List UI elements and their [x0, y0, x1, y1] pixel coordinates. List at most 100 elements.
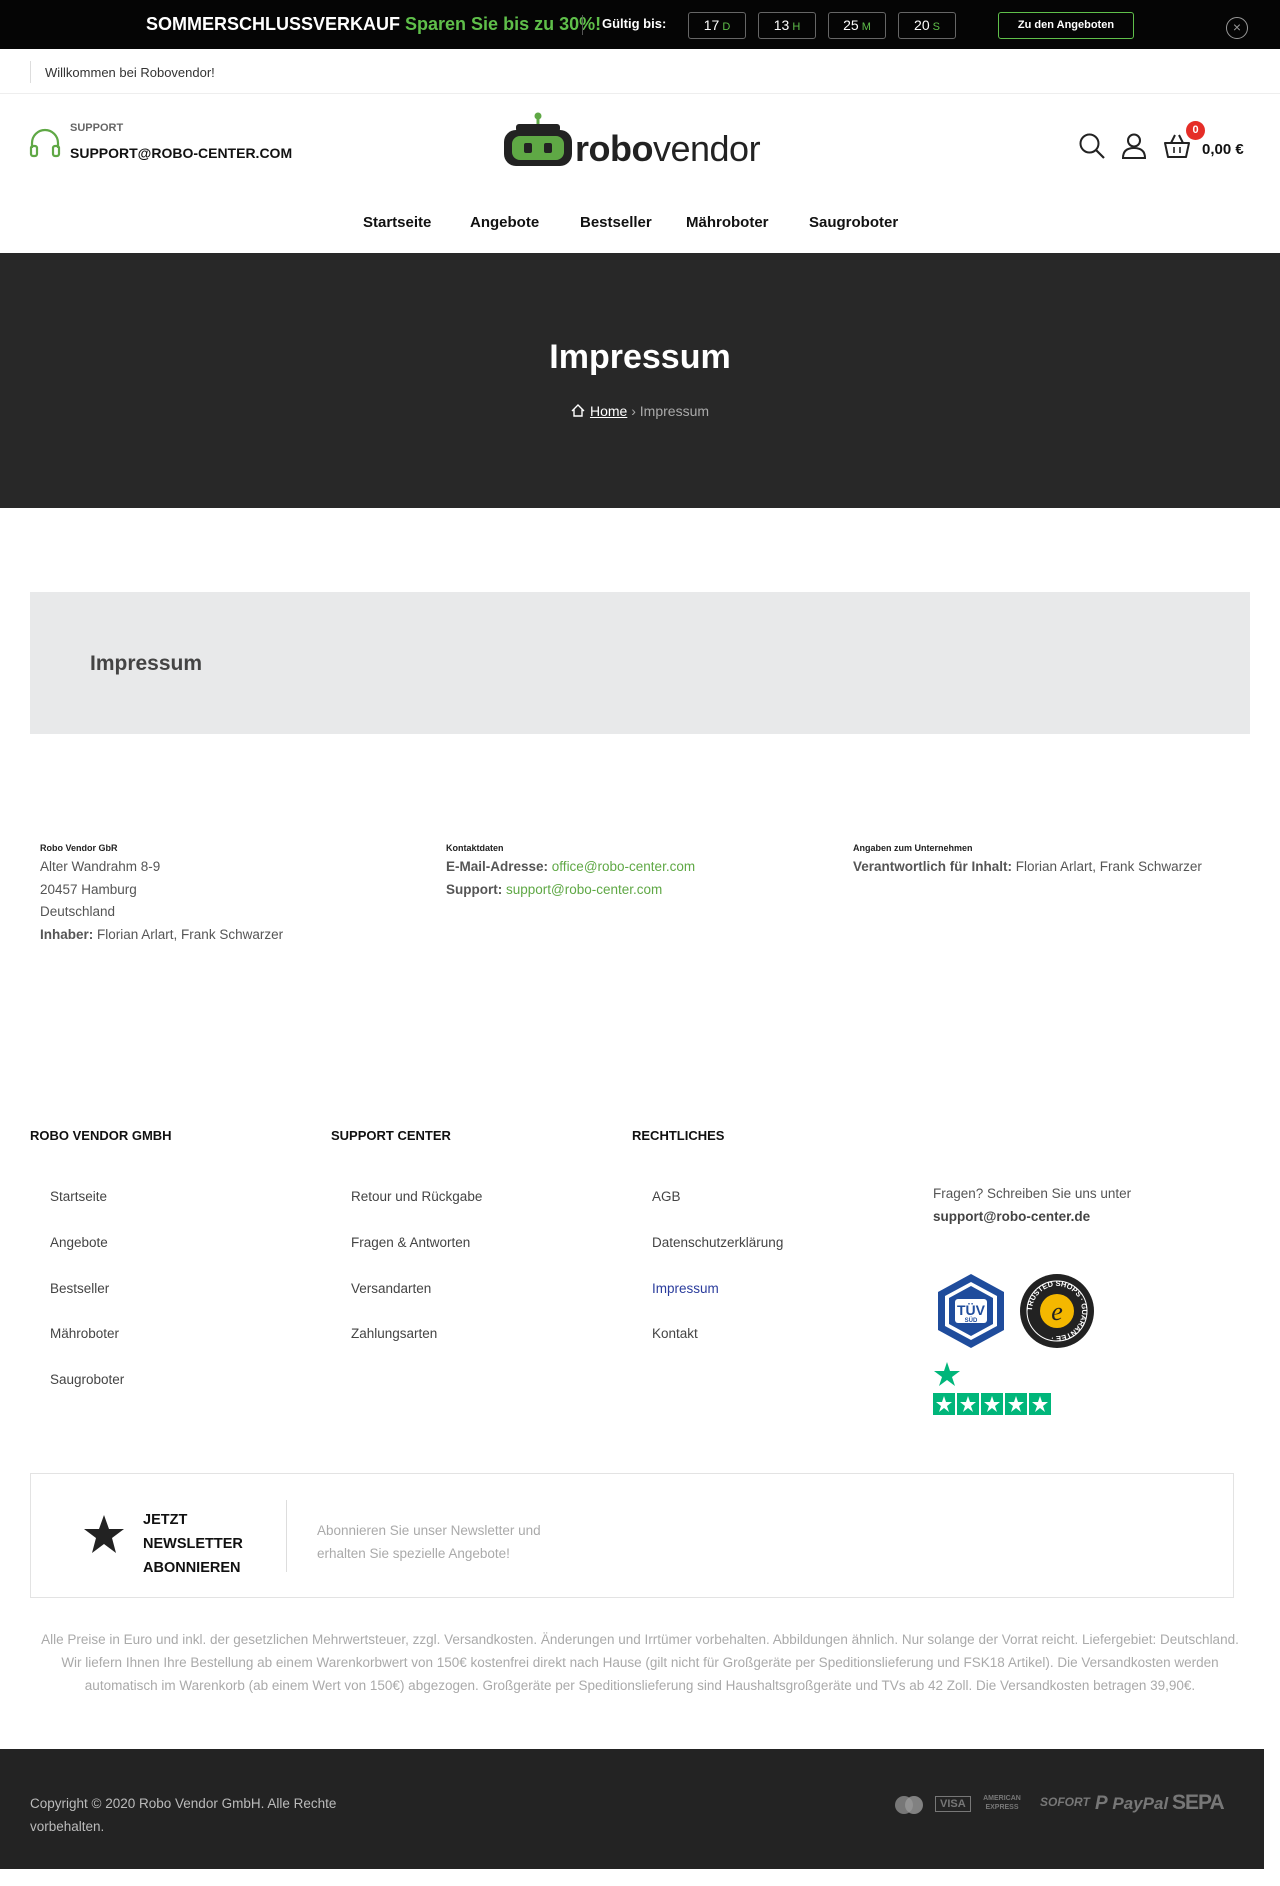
- tuv-badge-icon[interactable]: TÜV SÜD: [932, 1272, 1010, 1350]
- basket-icon[interactable]: [1163, 132, 1191, 160]
- newsletter-title[interactable]: JETZT NEWSLETTER ABONNIEREN: [143, 1508, 243, 1580]
- business-info: Angaben zum Unternehmen Verantwortlich f…: [853, 842, 1202, 879]
- countdown-days: 17 D: [688, 12, 746, 39]
- nav-maehroboter[interactable]: Mähroboter: [686, 214, 769, 231]
- footer-link[interactable]: Startseite: [50, 1189, 107, 1204]
- countdown-unit: H: [792, 21, 801, 33]
- footer-col2-title: SUPPORT CENTER: [331, 1128, 451, 1143]
- contact-support-row: Support: support@robo-center.com: [446, 879, 695, 902]
- support-email-link[interactable]: SUPPORT@ROBO-CENTER.COM: [70, 145, 292, 161]
- support-email-link-2[interactable]: support@robo-center.com: [506, 882, 662, 897]
- footer-link[interactable]: Versandarten: [351, 1281, 431, 1296]
- footer-link[interactable]: Datenschutzerklärung: [652, 1235, 783, 1250]
- visa-icon: VISA: [935, 1796, 971, 1812]
- contact-head: Kontaktdaten: [446, 843, 504, 853]
- countdown-hours: 13 H: [758, 12, 816, 39]
- footer-link[interactable]: AGB: [652, 1189, 681, 1204]
- star-icon: [84, 1515, 124, 1553]
- countdown-value: 25: [843, 17, 859, 33]
- footer-link[interactable]: Zahlungsarten: [351, 1326, 437, 1341]
- close-icon[interactable]: ×: [1226, 17, 1248, 39]
- newsletter-title-line: NEWSLETTER: [143, 1536, 243, 1552]
- business-resp-row: Verantwortlich für Inhalt: Florian Arlar…: [853, 856, 1202, 879]
- owner-value: Florian Arlart, Frank Schwarzer: [97, 926, 284, 942]
- company-country: Deutschland: [40, 904, 116, 919]
- nav-startseite[interactable]: Startseite: [363, 214, 431, 231]
- countdown-unit: S: [932, 21, 940, 33]
- newsletter-text-line: erhalten Sie spezielle Angebote!: [317, 1546, 510, 1561]
- newsletter-divider: [286, 1500, 287, 1572]
- promo-highlight: Sparen Sie bis zu 30%!: [405, 14, 602, 34]
- office-email-link[interactable]: office@robo-center.com: [552, 859, 695, 874]
- countdown-unit: M: [861, 21, 871, 33]
- breadcrumb-home[interactable]: Home: [590, 403, 627, 419]
- logo-wordmark[interactable]: robovendor: [575, 128, 761, 170]
- company-city: 20457 Hamburg: [40, 881, 137, 897]
- company-street: Alter Wandrahm 8-9: [40, 859, 161, 874]
- breadcrumb: Home › Impressum: [0, 403, 1280, 419]
- footer-link[interactable]: Fragen & Antworten: [351, 1235, 470, 1250]
- tuv-top-text: TÜV: [957, 1302, 986, 1318]
- trusted-letter: e: [1051, 1297, 1063, 1326]
- footer-link[interactable]: Bestseller: [50, 1281, 109, 1296]
- newsletter-text: Abonnieren Sie unser Newsletter und erha…: [317, 1519, 541, 1565]
- footer-link[interactable]: Saugroboter: [50, 1372, 124, 1387]
- footer-link[interactable]: Retour und Rückgabe: [351, 1189, 482, 1204]
- welcome-divider: [30, 61, 31, 83]
- cart-total[interactable]: 0,00 €: [1202, 141, 1244, 158]
- promo-title: SOMMERSCHLUSSVERKAUF Sparen Sie bis zu 3…: [146, 14, 601, 35]
- resp-value: Florian Arlart, Frank Schwarzer: [1015, 859, 1202, 874]
- paypal-text: PayPal: [1112, 1794, 1169, 1813]
- support-label: SUPPORT: [70, 122, 124, 134]
- welcome-bar: Willkommen bei Robovendor!: [0, 49, 1280, 94]
- copyright: Copyright © 2020 Robo Vendor GmbH. Alle …: [30, 1796, 337, 1834]
- amex-icon: AMERICAN EXPRESS: [983, 1795, 1021, 1811]
- welcome-text: Willkommen bei Robovendor!: [45, 65, 215, 80]
- content-title: Impressum: [90, 652, 203, 675]
- footer-link[interactable]: Kontakt: [652, 1326, 698, 1341]
- footer-col1-title: ROBO VENDOR GMBH: [30, 1128, 172, 1143]
- newsletter-box: JETZT NEWSLETTER ABONNIEREN Abonnieren S…: [30, 1473, 1234, 1598]
- user-icon[interactable]: [1120, 132, 1148, 160]
- sofort-icon: SOFORT: [1040, 1795, 1090, 1809]
- promo-divider: [582, 15, 583, 35]
- breadcrumb-current: Impressum: [639, 403, 710, 419]
- trusted-shops-badge-icon[interactable]: TRUSTED SHOPS · GUARANTEE · e: [1018, 1272, 1096, 1350]
- email-label: E-Mail-Adresse:: [446, 859, 549, 874]
- nav-bestseller[interactable]: Bestseller: [580, 214, 652, 231]
- nav-saugroboter[interactable]: Saugroboter: [809, 214, 898, 231]
- owner-label: Inhaber:: [40, 926, 94, 942]
- company-owner: Inhaber: Florian Arlart, Frank Schwarzer: [40, 924, 283, 947]
- paypal-icon: P PayPal: [1095, 1793, 1169, 1814]
- promo-bar: SOMMERSCHLUSSVERKAUF Sparen Sie bis zu 3…: [0, 0, 1280, 49]
- countdown-value: 13: [773, 17, 790, 33]
- legal-notice: Alle Preise in Euro und inkl. der gesetz…: [30, 1628, 1250, 1697]
- main-nav: Startseite Angebote Bestseller Mährobote…: [0, 202, 1280, 244]
- promo-valid-label: Gültig bis:: [602, 16, 667, 31]
- cart-count-badge: 0: [1186, 121, 1205, 140]
- footer-link[interactable]: Angebote: [50, 1235, 108, 1250]
- contact-info: Kontaktdaten E-Mail-Adresse: office@robo…: [446, 842, 695, 901]
- newsletter-title-line: JETZT: [143, 1512, 188, 1528]
- trustpilot-stars-icon[interactable]: [933, 1360, 1053, 1416]
- footer-link[interactable]: Mähroboter: [50, 1326, 119, 1341]
- page-title: Impressum: [549, 338, 731, 376]
- countdown-value: 20: [914, 17, 930, 33]
- promo-offers-button[interactable]: Zu den Angeboten: [998, 12, 1134, 39]
- headset-icon: [29, 128, 61, 158]
- footer-link-active[interactable]: Impressum: [652, 1281, 719, 1296]
- nav-angebote[interactable]: Angebote: [470, 214, 539, 231]
- tuv-bottom-text: SÜD: [965, 1317, 978, 1324]
- sepa-icon: SEPA: [1172, 1791, 1225, 1814]
- logo-rest: vendor: [652, 128, 761, 169]
- countdown-seconds: 20 S: [898, 12, 956, 39]
- company-head: Robo Vendor GbR: [40, 843, 118, 853]
- search-icon[interactable]: [1078, 132, 1106, 160]
- promo-title-text: SOMMERSCHLUSSVERKAUF: [146, 14, 401, 34]
- footer-contact-email[interactable]: support@robo-center.de: [933, 1209, 1090, 1224]
- countdown-value: 17: [703, 17, 720, 33]
- resp-label: Verantwortlich für Inhalt:: [853, 859, 1013, 874]
- legal-line: Wir liefern Ihnen Ihre Bestellung ab ein…: [61, 1655, 1219, 1693]
- footer-contact-text: Fragen? Schreiben Sie uns unter: [933, 1186, 1132, 1201]
- logo-bold: robo: [575, 128, 653, 169]
